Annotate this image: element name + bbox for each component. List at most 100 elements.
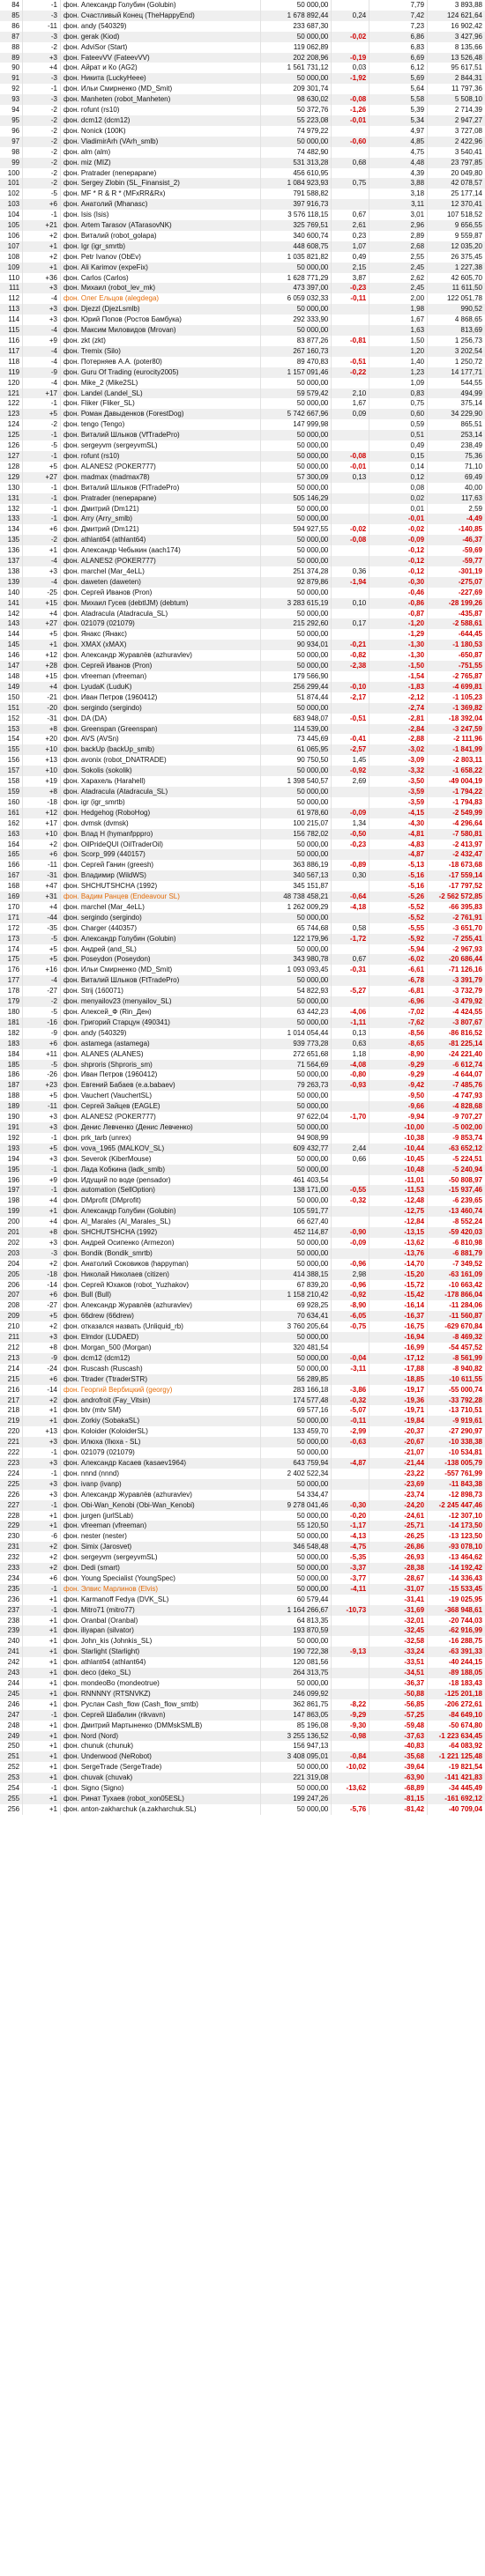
row-participant-name[interactable]: фон. Владимир (WildWS): [60, 870, 261, 882]
row-participant-name[interactable]: фон. Анатолий Соковиков (happyman): [60, 1258, 261, 1269]
row-participant-name[interactable]: фон. astamega (astamega): [60, 1038, 261, 1049]
row-participant-name[interactable]: фон. Евгений Бабаев (e.a.babaev): [60, 1080, 261, 1092]
row-participant-name[interactable]: фон. Виталий Шлыков (VfTradePro): [60, 430, 261, 441]
row-participant-name[interactable]: фон. Sergey Zlobin (SL_Finansist_2): [60, 178, 261, 189]
row-participant-name[interactable]: фон. Charger (440357): [60, 922, 261, 934]
row-participant-name[interactable]: фон. Денис Левченко (Денис Левченко): [60, 1121, 261, 1133]
row-participant-name[interactable]: фон. LyudaK (LuduK): [60, 681, 261, 692]
row-participant-name[interactable]: фон. Счастливый Конец (TheHappyEnd): [60, 10, 261, 21]
row-participant-name[interactable]: фон. 021079 (021079): [60, 1447, 261, 1458]
row-participant-name[interactable]: фон. igr (igr_smrtb): [60, 796, 261, 808]
row-participant-name[interactable]: фон. Severok (KiberMouse): [60, 1153, 261, 1165]
row-participant-name[interactable]: фон. mondeoBo (mondeotrue): [60, 1678, 261, 1689]
row-participant-name[interactable]: фон. Александр Чебыкин (aach174): [60, 545, 261, 557]
row-participant-name[interactable]: фон. Djezzl (DjezLsmlb): [60, 304, 261, 315]
row-participant-name[interactable]: фон. Михаил Гусев (debtIJM) (debtum): [60, 597, 261, 609]
row-participant-name[interactable]: фон. VladimirArh (VArh_smlb): [60, 136, 261, 147]
row-participant-name[interactable]: фон. Олег Ельцов (alegdega): [60, 293, 261, 305]
row-participant-name[interactable]: фон. Petr Ivanov (ObEv): [60, 251, 261, 263]
row-participant-name[interactable]: фон. Иван Петров (1960412): [60, 692, 261, 703]
row-participant-name[interactable]: фон. miz (MIZ): [60, 157, 261, 168]
row-participant-name[interactable]: фон. XMAX (xMAX): [60, 640, 261, 651]
row-participant-name[interactable]: фон. FateevVV (FateevVV): [60, 52, 261, 63]
row-participant-name[interactable]: фон. Artem Tarasov (ATarasovNK): [60, 220, 261, 231]
row-participant-name[interactable]: фон. SHCHUTSHCHA (1992): [60, 1227, 261, 1238]
row-participant-name[interactable]: фон. Сергей Шабалин (rikvavn): [60, 1709, 261, 1721]
row-participant-name[interactable]: фон. Влад Н (hymanfpppro): [60, 828, 261, 840]
row-participant-name[interactable]: фон. Morgan_500 (Morgan): [60, 1343, 261, 1353]
row-participant-name[interactable]: фон. Янакс (Янакс): [60, 629, 261, 640]
row-participant-name[interactable]: фон. tengo (Tengo): [60, 419, 261, 431]
row-participant-name[interactable]: фон. Сергей Зайцев (EAGLE): [60, 1101, 261, 1113]
row-participant-name[interactable]: фон. Simix (Jarosvet): [60, 1542, 261, 1553]
row-participant-name[interactable]: фон. Fliker (Fliker_SL): [60, 398, 261, 410]
row-participant-name[interactable]: фон. Igr (igr_smrtb): [60, 241, 261, 252]
row-participant-name[interactable]: фон. Ильи Смирненко (MD_Smit): [60, 965, 261, 976]
row-participant-name[interactable]: фон. marchel (Mar_4eLL): [60, 566, 261, 577]
row-participant-name[interactable]: фон. ivanp (ivanp): [60, 1478, 261, 1490]
row-participant-name[interactable]: фон. Koloider (KoloiderSL): [60, 1426, 261, 1438]
row-participant-name[interactable]: фон. Ali Karimov (expeFix): [60, 262, 261, 273]
row-participant-name[interactable]: фон. Scorp_999 (440157): [60, 849, 261, 861]
row-participant-name[interactable]: фон. Ильи Смирненко (MD_Smit): [60, 84, 261, 95]
row-participant-name[interactable]: фон. Дмитрий (Dm121): [60, 503, 261, 514]
row-participant-name[interactable]: фон. Nonick (100K): [60, 125, 261, 137]
row-participant-name[interactable]: фон. Vauchert (VauchertSL): [60, 1091, 261, 1102]
row-participant-name[interactable]: фон. Signo (Signo): [60, 1783, 261, 1794]
row-participant-name[interactable]: фон. Nord (Nord): [60, 1730, 261, 1742]
row-participant-name[interactable]: фон. ALANES2 (POKER777): [60, 461, 261, 472]
row-participant-name[interactable]: фон. Carlos (Carlos): [60, 272, 261, 284]
row-participant-name[interactable]: фон. dcm12 (dcm12): [60, 115, 261, 126]
row-participant-name[interactable]: фон. iliyapan (silvator): [60, 1625, 261, 1637]
row-participant-name[interactable]: фон. Айрат и Ко (AG2): [60, 63, 261, 74]
row-participant-name[interactable]: фон. anton-zakharchuk (a.zakharchuk.SL): [60, 1803, 261, 1815]
row-participant-name[interactable]: фон. Strij (160071): [60, 986, 261, 997]
row-participant-name[interactable]: фон. ALANES2 (POKER777): [60, 556, 261, 566]
row-participant-name[interactable]: фон. SergeTrade (SergeTrade): [60, 1762, 261, 1773]
row-participant-name[interactable]: фон. rofunt (rs10): [60, 105, 261, 115]
row-participant-name[interactable]: фон. deco (deko_SL): [60, 1668, 261, 1678]
row-participant-name[interactable]: фон. Харахель (Harahell): [60, 776, 261, 787]
row-participant-name[interactable]: фон. OilPrideQUI (OilTraderOil): [60, 839, 261, 850]
row-participant-name[interactable]: фон. marchel (Mar_4eLL): [60, 901, 261, 913]
row-participant-name[interactable]: фон. Александр Касаев (kasaev1964): [60, 1457, 261, 1469]
row-participant-name[interactable]: фон. 66drew (66drew): [60, 1311, 261, 1322]
row-participant-name[interactable]: фон. sergeyvm (sergeyvmSL): [60, 1552, 261, 1564]
row-participant-name[interactable]: фон. Zorkiy (SobakaSL): [60, 1416, 261, 1427]
row-participant-name[interactable]: фон. Руслан Cash_flow (Cash_flow_smtb): [60, 1699, 261, 1710]
row-participant-name[interactable]: фон. Александр Голубин (Golubin): [60, 0, 261, 11]
row-participant-name[interactable]: фон. Isis (Isis): [60, 210, 261, 221]
row-participant-name[interactable]: фон. Александр Голубин (Golubin): [60, 1206, 261, 1218]
row-participant-name[interactable]: фон. Mike_2 (Mike2SL): [60, 377, 261, 389]
row-participant-name[interactable]: фон. Guru Of Trading (eurocity2005): [60, 366, 261, 378]
row-participant-name[interactable]: фон. Роман Давыденков (ForestDog): [60, 409, 261, 420]
row-participant-name[interactable]: фон. Анатолий (Mhanasc): [60, 199, 261, 211]
row-participant-name[interactable]: фон. Дмитрий (Dm121): [60, 524, 261, 536]
row-participant-name[interactable]: фон. Pratrader (nenepapane): [60, 492, 261, 504]
row-participant-name[interactable]: фон. Юрий Попов (Ростов Бамбука): [60, 315, 261, 326]
row-participant-name[interactable]: фон. zkt (zkt): [60, 336, 261, 346]
row-participant-name[interactable]: фон. DA (DA): [60, 713, 261, 724]
row-participant-name[interactable]: фон. avonix (robot_DNATRADE): [60, 755, 261, 766]
row-participant-name[interactable]: фон. Виталий (robot_golapa): [60, 230, 261, 241]
row-participant-name[interactable]: фон. Hedgehog (RoboHog): [60, 807, 261, 818]
row-participant-name[interactable]: фон. Ruscash (Ruscash): [60, 1363, 261, 1374]
row-participant-name[interactable]: фон. Александр Журавлёв (azhuravlev): [60, 1489, 261, 1500]
row-participant-name[interactable]: фон. Oranbal (Oranbal): [60, 1615, 261, 1626]
row-participant-name[interactable]: фон. chuvak (chuvak): [60, 1773, 261, 1784]
row-participant-name[interactable]: фон. Александр Журавлёв (azhuravlev): [60, 650, 261, 662]
row-participant-name[interactable]: фон. SHCHUTSHCHA (1992): [60, 881, 261, 892]
row-participant-name[interactable]: фон. МF * R & R * (MFxRR&Rx): [60, 189, 261, 200]
row-participant-name[interactable]: фон. Михаил (robot_lev_mk): [60, 283, 261, 294]
row-participant-name[interactable]: фон. Arry (Arry_smlb): [60, 514, 261, 525]
row-participant-name[interactable]: фон. Ринат Тухаев (robot_xon05ESL): [60, 1793, 261, 1804]
row-participant-name[interactable]: фон. Григорий Старцун (490341): [60, 1017, 261, 1028]
row-participant-name[interactable]: фон. andy (540329): [60, 1027, 261, 1039]
row-participant-name[interactable]: фон. madmax (madmax78): [60, 471, 261, 483]
row-participant-name[interactable]: фон. Tremix (Silo): [60, 345, 261, 357]
row-participant-name[interactable]: фон. sergindo (sergindo): [60, 912, 261, 923]
row-participant-name[interactable]: фон. Underwood (NeRobot): [60, 1751, 261, 1763]
row-participant-name[interactable]: фон. Потерняев А.А. (poter80): [60, 356, 261, 367]
row-participant-name[interactable]: фон. Pratrader (nenepapane): [60, 167, 261, 179]
row-participant-name[interactable]: фон. Сергей Иванов (Pron): [60, 661, 261, 671]
